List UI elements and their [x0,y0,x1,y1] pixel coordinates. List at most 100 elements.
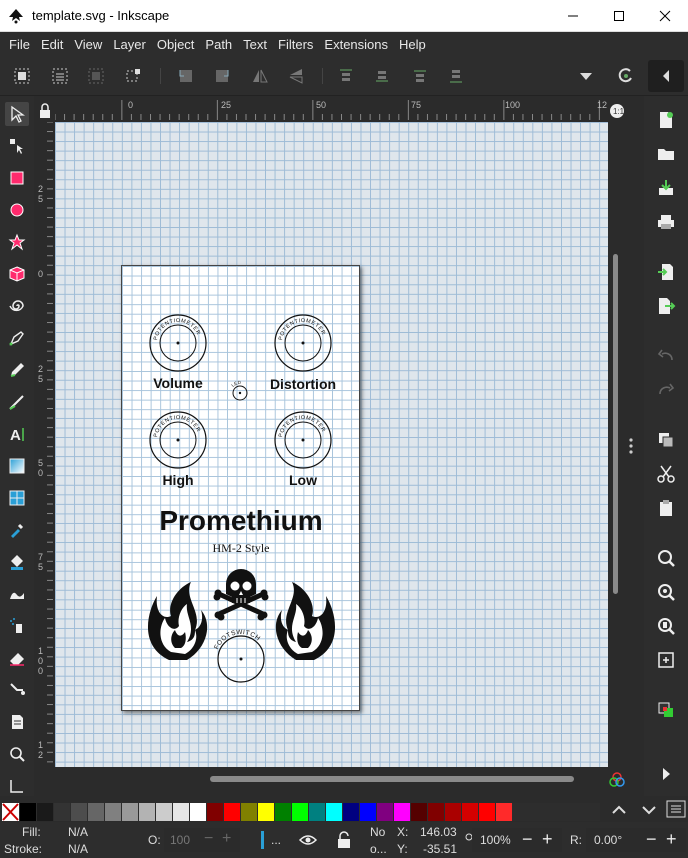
paint-bucket-tool[interactable] [5,550,29,574]
dropper-tool[interactable] [5,518,29,542]
swatch-none[interactable] [2,803,19,821]
pen-tool[interactable] [5,326,29,350]
color-swatch[interactable] [88,803,105,821]
copy-icon[interactable] [656,430,676,450]
menu-object[interactable]: Object [152,37,200,52]
lower-icon[interactable] [410,66,430,86]
opacity-spinbox[interactable]: 100 − + [164,828,240,852]
gradient-tool[interactable] [5,454,29,478]
print-icon[interactable] [656,212,676,232]
rotate-minus-icon[interactable]: − [646,829,657,850]
minus-icon[interactable]: − [204,830,213,848]
lock-layer-icon[interactable] [336,831,352,849]
zoom-corner-icon[interactable]: 1:1 [608,102,626,120]
menu-edit[interactable]: Edit [36,37,68,52]
footswitch[interactable]: FOOTSWITCH [213,629,265,683]
color-swatch[interactable] [479,803,496,821]
color-swatch[interactable] [241,803,258,821]
calligraphy-tool[interactable] [5,390,29,414]
knob-distortion[interactable]: POTENTIOMETER [274,314,332,372]
select-same-icon[interactable] [124,66,144,86]
color-swatch[interactable] [139,803,156,821]
document-page[interactable]: POTENTIOMETER Volume POTENTIOMETER Disto… [121,265,360,711]
horizontal-scrollbar[interactable] [55,767,608,791]
tweak-tool[interactable] [5,582,29,606]
measure-tool[interactable] [5,774,29,798]
color-swatch[interactable] [122,803,139,821]
zoom-tool[interactable] [5,742,29,766]
menu-help[interactable]: Help [394,37,431,52]
color-swatch[interactable] [496,803,513,821]
3d-box-tool[interactable] [5,262,29,286]
zoom-spinbox[interactable]: 100% − + [472,828,562,852]
eye-visibility-icon[interactable] [298,832,318,848]
led-indicator[interactable]: LED [230,380,248,401]
selector-tool[interactable] [5,102,29,126]
color-swatch[interactable] [445,803,462,821]
color-swatch[interactable] [173,803,190,821]
color-swatch[interactable] [224,803,241,821]
deselect-icon[interactable] [86,66,106,86]
text-tool[interactable]: A [5,422,29,446]
vertical-scrollbar[interactable] [608,122,622,767]
menu-filters[interactable]: Filters [273,37,318,52]
maximize-button[interactable] [596,0,642,32]
mesh-tool[interactable] [5,486,29,510]
menu-layer[interactable]: Layer [108,37,151,52]
node-tool[interactable] [5,134,29,158]
color-swatch[interactable] [207,803,224,821]
spray-tool[interactable] [5,614,29,638]
rotate-plus-icon[interactable]: + [666,829,677,850]
color-swatch[interactable] [156,803,173,821]
zoom-drawing-icon[interactable] [656,582,676,602]
color-swatch[interactable] [20,803,37,821]
menu-path[interactable]: Path [200,37,237,52]
ellipse-tool[interactable] [5,198,29,222]
color-swatch[interactable] [411,803,428,821]
palette-scroll-up-icon[interactable] [610,802,628,818]
color-swatch[interactable] [71,803,88,821]
fill-value[interactable]: N/A [68,825,88,839]
raise-to-top-icon[interactable] [336,66,356,86]
plus-icon[interactable]: + [222,830,231,848]
open-folder-icon[interactable] [656,144,676,164]
export-icon[interactable] [656,296,676,316]
undo-icon[interactable] [656,346,676,366]
knob-volume[interactable]: POTENTIOMETER [149,314,207,372]
knob-high[interactable]: POTENTIOMETER [149,411,207,469]
color-swatch[interactable] [428,803,445,821]
connector-tool[interactable] [5,678,29,702]
stroke-value[interactable]: N/A [68,842,88,856]
new-document-icon[interactable] [656,110,676,130]
zoom-selection-icon[interactable] [656,548,676,568]
dock-handle-icon[interactable] [626,436,636,456]
layer-dropdown[interactable]: ... [271,833,281,847]
flip-horizontal-icon[interactable] [250,66,270,86]
color-swatch[interactable] [292,803,309,821]
rotation-spinbox[interactable]: 0.00° − + [586,828,686,852]
menu-extensions[interactable]: Extensions [319,37,393,52]
guide-lock-icon[interactable] [36,102,54,120]
drawing-canvas[interactable]: POTENTIOMETER Volume POTENTIOMETER Disto… [55,122,608,767]
color-swatch[interactable] [360,803,377,821]
color-swatch[interactable] [309,803,326,821]
close-button[interactable] [642,0,688,32]
snap-popover-button[interactable] [648,60,684,92]
color-swatch[interactable] [190,803,207,821]
save-icon[interactable] [656,178,676,198]
color-swatch[interactable] [394,803,411,821]
spiral-tool[interactable] [5,294,29,318]
color-swatch[interactable] [377,803,394,821]
knob-low[interactable]: POTENTIOMETER [274,411,332,469]
color-swatch[interactable] [275,803,292,821]
star-tool[interactable] [5,230,29,254]
flip-vertical-icon[interactable] [286,66,306,86]
palette-menu-icon[interactable] [666,800,686,818]
menu-file[interactable]: File [4,37,35,52]
select-all-icon[interactable] [12,66,32,86]
pedal-artwork[interactable]: POTENTIOMETER Volume POTENTIOMETER Disto… [122,266,361,712]
pencil-tool[interactable] [5,358,29,382]
palette-scroll-down-icon[interactable] [640,802,658,818]
color-swatch[interactable] [343,803,360,821]
menu-view[interactable]: View [69,37,107,52]
